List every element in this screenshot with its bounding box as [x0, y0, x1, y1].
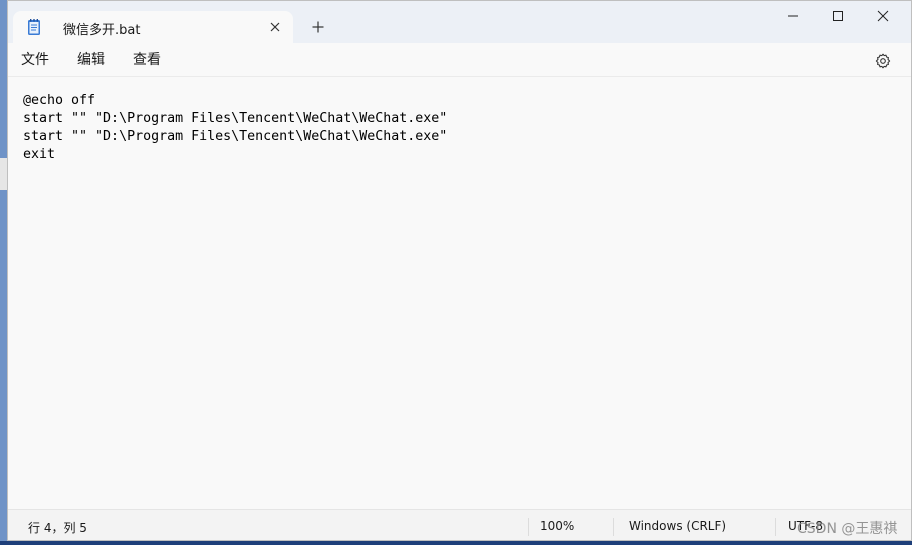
new-tab-button[interactable]: [306, 15, 330, 39]
plus-icon: [312, 21, 324, 33]
status-divider: [613, 518, 614, 536]
editor-line: start "" "D:\Program Files\Tencent\WeCha…: [23, 111, 448, 126]
desktop-background: [0, 0, 7, 545]
menu-file[interactable]: 文件: [15, 50, 55, 70]
minimize-button[interactable]: [770, 1, 816, 31]
menu-view[interactable]: 查看: [127, 50, 167, 70]
taskbar-edge: [0, 541, 912, 545]
line-ending[interactable]: Windows (CRLF): [629, 519, 726, 533]
status-bar: 行 4，列 5 100% Windows (CRLF) UTF-8: [8, 509, 911, 540]
document-tab[interactable]: 微信多开.bat: [13, 11, 293, 43]
maximize-button[interactable]: [815, 1, 861, 31]
settings-gear-icon[interactable]: [872, 50, 894, 72]
menu-edit[interactable]: 编辑: [71, 50, 111, 70]
status-divider: [528, 518, 529, 536]
editor-line: start "" "D:\Program Files\Tencent\WeCha…: [23, 129, 448, 144]
menu-bar: 文件 编辑 查看: [8, 43, 911, 77]
notepad-icon: [25, 18, 43, 36]
maximize-icon: [833, 11, 843, 21]
tab-title: 微信多开.bat: [63, 23, 141, 38]
title-bar[interactable]: 微信多开.bat: [8, 1, 911, 43]
notepad-window: 微信多开.bat 文件 编辑 查看 @echo off start "" "D:…: [7, 0, 912, 541]
editor-line: exit: [23, 147, 56, 162]
close-tab-icon[interactable]: [263, 15, 287, 39]
watermark: CSDN @王惠祺: [797, 521, 898, 537]
zoom-level[interactable]: 100%: [540, 519, 574, 533]
editor-line: @echo off: [23, 93, 96, 108]
close-window-button[interactable]: [860, 1, 906, 31]
close-icon: [877, 10, 889, 22]
status-divider: [775, 518, 776, 536]
cursor-position: 行 4，列 5: [28, 521, 87, 535]
text-editor[interactable]: @echo off start "" "D:\Program Files\Ten…: [8, 77, 911, 509]
desktop-window-fragment: [0, 158, 7, 190]
minimize-icon: [788, 15, 798, 17]
